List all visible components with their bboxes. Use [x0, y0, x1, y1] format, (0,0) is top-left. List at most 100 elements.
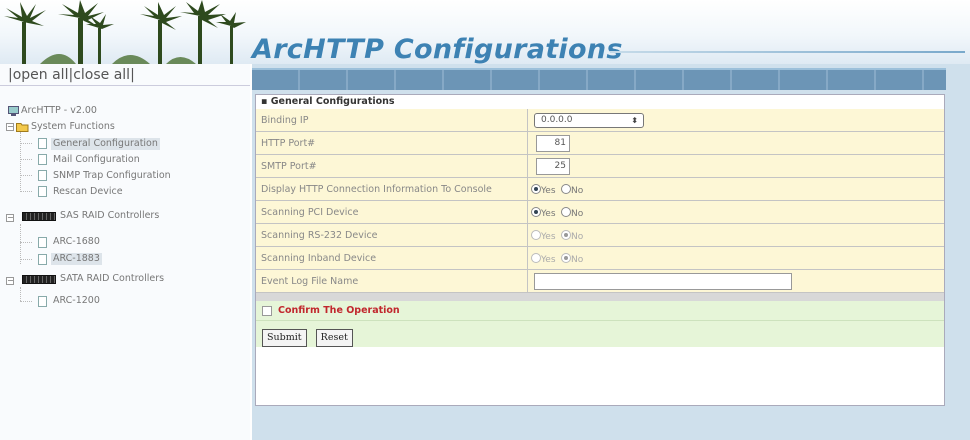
tree-item-snmp-trap-configuration[interactable]: SNMP Trap Configuration [53, 170, 171, 182]
display-http-yes-radio[interactable]: Yes [531, 184, 556, 196]
display-http-row: Display HTTP Connection Information To C… [256, 178, 944, 201]
submit-button[interactable]: Submit [262, 329, 307, 347]
page-icon [38, 154, 47, 165]
computer-icon [8, 106, 19, 116]
tree-system-functions[interactable]: System Functions [31, 121, 115, 133]
collapse-icon[interactable]: − [6, 123, 14, 131]
page-title: ArcHTTP Configurations [252, 34, 623, 65]
no-label: No [571, 255, 584, 265]
radio-icon [531, 184, 541, 194]
scan-inband-label: Scanning Inband Device [256, 247, 528, 269]
binding-ip-row: Binding IP 0.0.0.0 ⬍ [256, 109, 944, 132]
tree-item-general-configuration[interactable]: General Configuration [51, 138, 160, 150]
scan-inband-no-radio[interactable]: No [561, 253, 583, 265]
tree-line [20, 301, 32, 302]
open-all-link[interactable]: open all [13, 67, 69, 83]
tree-sas-raid-controllers[interactable]: SAS RAID Controllers [60, 210, 159, 222]
scan-rs232-row: Scanning RS-232 Device Yes No [256, 224, 944, 247]
page-icon [38, 186, 47, 197]
yes-label: Yes [541, 232, 556, 242]
tree-item-arc-1883[interactable]: ARC-1883 [51, 253, 102, 265]
display-http-label: Display HTTP Connection Information To C… [256, 178, 528, 200]
scan-pci-yes-radio[interactable]: Yes [531, 207, 556, 219]
scan-pci-label: Scanning PCI Device [256, 201, 528, 223]
yes-label: Yes [541, 209, 556, 219]
smtp-port-input[interactable]: 25 [536, 158, 570, 175]
event-log-input[interactable] [534, 273, 792, 290]
tree-sata-raid-controllers[interactable]: SATA RAID Controllers [60, 273, 164, 285]
event-log-label: Event Log File Name [256, 270, 528, 292]
confirm-checkbox[interactable] [262, 305, 272, 316]
smtp-port-label: SMTP Port# [256, 155, 528, 177]
close-all-link[interactable]: close all [73, 67, 130, 83]
page-icon [38, 138, 47, 149]
tree-line [20, 175, 32, 176]
binding-ip-select[interactable]: 0.0.0.0 ⬍ [534, 113, 644, 128]
confirm-label: Confirm The Operation [278, 305, 400, 316]
tree-line [20, 224, 21, 264]
stepper-arrows-icon: ⬍ [631, 116, 638, 125]
scan-rs232-yes-radio[interactable]: Yes [531, 230, 556, 242]
folder-open-icon [16, 123, 29, 132]
radio-icon [531, 207, 541, 217]
main-content: ▪ General Configurations Binding IP 0.0.… [252, 64, 970, 440]
scan-pci-no-radio[interactable]: No [561, 207, 583, 219]
collapse-icon[interactable]: − [6, 214, 14, 222]
raid-controller-icon [22, 212, 56, 221]
tree-controls: | open all | close all | [0, 64, 250, 86]
tree-line [20, 191, 32, 192]
tree-item-rescan-device[interactable]: Rescan Device [53, 186, 123, 198]
collapse-icon[interactable]: − [6, 277, 14, 285]
scan-pci-row: Scanning PCI Device Yes No [256, 201, 944, 224]
page-icon [38, 254, 47, 265]
tree-root[interactable]: ArcHTTP - v2.00 [21, 105, 97, 117]
radio-icon [561, 184, 571, 194]
display-http-no-radio[interactable]: No [561, 184, 583, 196]
radio-icon [561, 207, 571, 217]
banner-divider [610, 51, 965, 53]
no-label: No [571, 186, 584, 196]
button-row: Submit Reset [256, 321, 944, 347]
http-port-row: HTTP Port# 81 [256, 132, 944, 155]
radio-icon [561, 253, 571, 263]
tree-line [20, 242, 32, 243]
no-label: No [571, 209, 584, 219]
event-log-row: Event Log File Name [256, 270, 944, 293]
tree-line [20, 143, 32, 144]
no-label: No [571, 232, 584, 242]
scan-rs232-label: Scanning RS-232 Device [256, 224, 528, 246]
radio-icon [561, 230, 571, 240]
page-icon [38, 296, 47, 307]
yes-label: Yes [541, 255, 556, 265]
http-port-input[interactable]: 81 [536, 135, 570, 152]
section-title: General Configurations [270, 96, 395, 107]
scan-inband-yes-radio[interactable]: Yes [531, 253, 556, 265]
tree-line [20, 159, 32, 160]
tree-item-arc-1680[interactable]: ARC-1680 [53, 236, 100, 248]
section-header: ▪ General Configurations [256, 95, 944, 109]
binding-ip-label: Binding IP [256, 109, 528, 131]
palm-trees-logo [4, 0, 246, 64]
raid-controller-icon [22, 275, 56, 284]
page-icon [38, 237, 47, 248]
configuration-panel: ▪ General Configurations Binding IP 0.0.… [255, 94, 945, 406]
yes-label: Yes [541, 186, 556, 196]
confirm-row: Confirm The Operation [256, 301, 944, 321]
tree-item-arc-1200[interactable]: ARC-1200 [53, 295, 100, 307]
tree-line [20, 287, 21, 301]
tree-item-mail-configuration[interactable]: Mail Configuration [53, 154, 140, 166]
separator-right: | [130, 66, 135, 83]
tree-line [20, 132, 21, 190]
section-spacer [256, 293, 944, 301]
tree-line [20, 259, 32, 260]
binding-ip-value: 0.0.0.0 [541, 115, 573, 125]
navigation-tree: | open all | close all | ArcHTTP - v2.00… [0, 64, 250, 440]
smtp-port-row: SMTP Port# 25 [256, 155, 944, 178]
http-port-label: HTTP Port# [256, 132, 528, 154]
reset-button[interactable]: Reset [315, 329, 353, 347]
radio-icon [531, 230, 541, 240]
radio-icon [531, 253, 541, 263]
tab-bar [252, 68, 946, 90]
banner: ArcHTTP Configurations [0, 0, 970, 65]
scan-rs232-no-radio[interactable]: No [561, 230, 583, 242]
